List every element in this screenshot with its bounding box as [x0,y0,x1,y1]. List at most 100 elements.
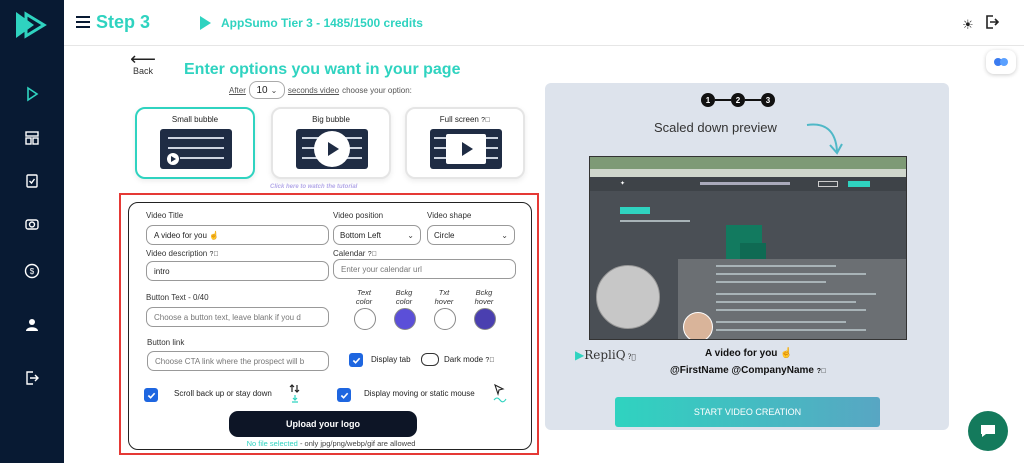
size-option-small-bubble[interactable]: Small bubble [135,107,255,179]
camera-icon [25,219,39,230]
tutorial-link[interactable]: Click here to watch the tutorial [270,184,357,190]
preview-avatar [683,312,713,339]
seconds-select[interactable]: 10 ⌄ [248,81,285,99]
help-icon[interactable]: ?⃝ [209,251,218,258]
sidebar-item-play[interactable] [22,84,42,104]
video-shape-label: Video shape [427,211,472,220]
video-shape-value: Circle [434,230,455,240]
size-option-full-screen[interactable]: Full screen ?⃝ [405,107,525,179]
checkmark-icon [352,357,360,364]
video-description-label: Video description [146,249,208,258]
scroll-label: Scroll back up or stay down [174,389,272,398]
sun-icon[interactable]: ☀ [962,17,974,33]
svg-text:$: $ [30,267,35,276]
step-1: 1 [701,93,715,107]
size-label: Big bubble [312,115,350,124]
display-tab-checkbox[interactable] [349,353,363,367]
bckg-hover-swatch[interactable] [474,308,496,330]
user-icon [26,319,38,331]
back-button[interactable]: ⟵ Back [128,49,158,76]
after-suffix: seconds video [287,85,340,95]
checkmark-icon [147,392,155,399]
calendar-label: Calendar [333,249,366,258]
bckg-hover-label: Bckg hover [474,288,494,306]
logout-icon[interactable] [984,14,1000,30]
sidebar-item-billing[interactable]: $ [22,261,42,281]
credits-play-icon [200,16,211,30]
video-description-input[interactable]: intro [146,261,329,281]
preview-panel: 1 2 3 Scaled down preview ✦ ▶RepliQ ?⃝ A… [545,83,949,430]
small-bubble-preview-icon [160,129,232,169]
chevron-down-icon: ⌄ [270,85,278,95]
help-icon[interactable]: ?⃝ [817,368,827,375]
big-bubble-preview-icon [296,129,368,169]
preview-names: @FirstName @CompanyName [670,365,814,376]
after-label: After [229,85,246,95]
brand-play-icon: ▶ [575,348,585,362]
sidebar-item-layout[interactable] [22,128,42,148]
app-logo[interactable] [14,10,50,40]
toggle-widget[interactable] [986,50,1016,74]
video-title-input[interactable]: A video for you ☝ [146,225,329,245]
upload-logo-button[interactable]: Upload your logo [229,411,417,437]
menu-icon[interactable] [76,16,90,28]
dollar-icon: $ [24,263,40,279]
clipboard-check-icon [26,174,38,188]
bckg-color-swatch[interactable] [394,308,416,330]
start-video-creation-button[interactable]: START VIDEO CREATION [615,397,880,427]
top-bar: Step 3 AppSumo Tier 3 - 1485/1500 credit… [64,0,1024,46]
stepper: 1 2 3 [701,93,775,107]
step-2: 2 [731,93,745,107]
arrow-left-icon: ⟵ [130,49,156,69]
video-shape-select[interactable]: Circle ⌄ [427,225,515,245]
size-option-big-bubble[interactable]: Big bubble [271,107,391,179]
options-form: Video Title A video for you ☝ Video posi… [128,202,532,450]
help-icon[interactable]: ?⃝ [485,357,494,364]
video-description-label-row: Video description ?⃝ [146,249,219,258]
chevron-down-icon: ⌄ [501,230,508,240]
button-link-input[interactable]: Choose CTA link where the prospect will … [147,351,329,371]
main-content: ⟵ Back Enter options you want in your pa… [64,46,1024,463]
sidebar-item-tasks[interactable] [22,171,42,191]
preview-names-row: @FirstName @CompanyName ?⃝ [670,365,826,376]
video-position-select[interactable]: Bottom Left ⌄ [333,225,421,245]
bckg-color-label: Bckg color [395,288,413,306]
seconds-value: 10 [256,84,268,96]
options-heading: Enter options you want in your page [184,61,461,78]
button-text-label: Button Text - 0/40 [146,293,209,302]
text-color-swatch[interactable] [354,308,376,330]
txt-hover-label: Txt hover [434,288,454,306]
button-link-label: Button link [147,338,185,347]
no-file-text: No file selected [246,439,298,448]
chat-button[interactable] [968,411,1008,451]
help-icon[interactable]: ?⃝ [628,353,636,361]
preview-site-logo: ✦ [620,181,626,187]
display-mouse-checkbox[interactable] [337,388,351,402]
credits-badge: AppSumo Tier 3 - 1485/1500 credits [221,16,423,30]
display-mouse-label: Display moving or static mouse [364,389,475,398]
layout-icon [25,131,39,145]
sidebar-item-account[interactable] [22,315,42,335]
after-tail: choose your option: [342,85,412,95]
dark-mode-toggle[interactable] [421,353,439,366]
calendar-url-input[interactable]: Enter your calendar url [333,259,516,279]
sidebar-item-logout[interactable] [22,368,42,388]
file-note: No file selected - only jpg/png/webp/gif… [129,439,533,448]
display-tab-label: Display tab [371,355,411,364]
help-icon[interactable]: ?⃝ [481,117,490,124]
sidebar-item-camera[interactable] [22,214,42,234]
preview-video-bubble [596,265,660,329]
button-text-input[interactable]: Choose a button text, leave blank if you… [146,307,329,327]
curved-arrow-icon [806,123,843,155]
preview-brand: ▶RepliQ ?⃝ [575,348,636,362]
after-seconds-row: After 10 ⌄ seconds video choose your opt… [229,81,412,99]
help-icon[interactable]: ?⃝ [368,251,377,258]
text-color-label: Text color [355,288,373,306]
txt-hover-swatch[interactable] [434,308,456,330]
file-hint: - only jpg/png/webp/gif are allowed [299,439,416,448]
calendar-label-row: Calendar ?⃝ [333,249,377,258]
brand-name: RepliQ [584,348,626,362]
checkmark-icon [340,392,348,399]
preview-title: Scaled down preview [654,120,777,135]
scroll-checkbox[interactable] [144,388,158,402]
